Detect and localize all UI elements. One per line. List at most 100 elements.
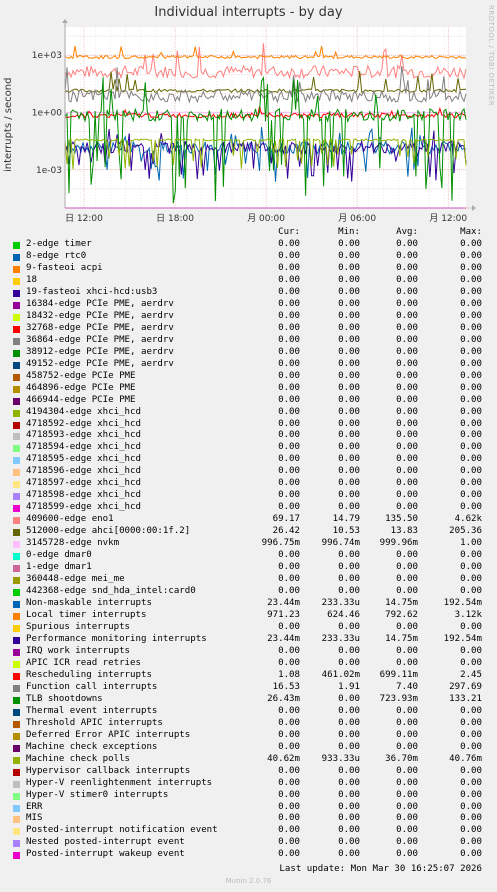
legend-max-value: 0.00: [460, 502, 482, 513]
legend-row: 9-fasteoi acpi 0.00 0.00 0.00 0.00: [0, 263, 497, 275]
legend-row: Machine check exceptions 0.00 0.00 0.00 0.00: [0, 742, 497, 754]
legend-max-value: 1.00: [460, 538, 482, 549]
legend-swatch: [13, 613, 20, 620]
legend-max-value: 0.00: [460, 382, 482, 393]
legend-row: 19-fasteoi xhci-hcd:usb3 0.00 0.00 0.00 0.00: [0, 287, 497, 299]
legend-row: 4718598-edge xhci_hcd 0.00 0.00 0.00 0.00: [0, 490, 497, 502]
legend-avg-value: 0.00: [396, 430, 418, 441]
legend-row: 38912-edge PCIe PME, aerdrv 0.00 0.00 0.00 0…: [0, 347, 497, 359]
legend-max-value: 0.00: [460, 286, 482, 297]
legend-avg-value: 0.00: [396, 298, 418, 309]
legend-swatch: [13, 265, 20, 273]
legend-max-value: 0.00: [460, 442, 482, 453]
legend-series-name: Spurious interrupts: [26, 621, 131, 632]
legend-series-name: Deferred Error APIC interrupts: [26, 729, 191, 740]
y-axis-arrow-icon: [62, 19, 68, 23]
legend-series-name: Hyper-V stimer0 interrupts: [26, 789, 169, 800]
legend-row: 4718593-edge xhci_hcd 0.00 0.00 0.00 0.00: [0, 430, 497, 442]
header-max: Max:: [460, 227, 482, 237]
legend-series-name: 19-fasteoi xhci-hcd:usb3: [26, 286, 158, 297]
legend-swatch: [13, 457, 20, 465]
legend-avg-value: 0.00: [396, 370, 418, 381]
legend-swatch: [13, 768, 20, 776]
legend-series-name: 360448-edge mei_me: [26, 574, 125, 585]
legend-row: 4718599-edge xhci_hcd 0.00 0.00 0.00 0.00: [0, 502, 497, 514]
legend-series-name: IRQ work interrupts: [26, 645, 131, 656]
legend-series-name: Non-maskable interrupts: [26, 598, 152, 609]
legend-max-value: 192.54m: [443, 633, 482, 644]
legend-swatch: [13, 541, 20, 549]
legend-max-value: 0.00: [460, 250, 482, 261]
legend-avg-value: 0.00: [396, 574, 418, 585]
legend-avg-value: 0.00: [396, 621, 418, 632]
legend-series-name: 4718598-edge xhci_hcd: [26, 490, 141, 501]
legend-row: 32768-edge PCIe PME, aerdrv 0.00 0.00 0.00 0…: [0, 323, 497, 335]
legend-series-name: Machine check polls: [26, 753, 131, 764]
legend-avg-value: 0.00: [396, 729, 418, 740]
legend-swatch: [13, 840, 20, 848]
legend-max-value: 0.00: [460, 334, 482, 345]
legend-series-name: APIC ICR read retries: [26, 657, 141, 668]
legend-avg-value: 0.00: [396, 274, 418, 285]
legend-series-name: 4194304-edge xhci_hcd: [26, 406, 141, 417]
legend-series-name: Threshold APIC interrupts: [26, 717, 163, 728]
legend-series-name: Hypervisor callback interrupts: [26, 765, 191, 776]
legend-row: Posted-interrupt notification event 0.00 0…: [0, 825, 497, 837]
legend-avg-value: 0.00: [396, 813, 418, 824]
legend-swatch: [13, 660, 20, 668]
legend-max-value: 4.62k: [454, 514, 482, 525]
legend-swatch: [13, 445, 20, 453]
legend-series-name: 4718593-edge xhci_hcd: [26, 430, 141, 441]
legend-swatch: [13, 684, 20, 692]
legend-avg-value: 0.00: [396, 502, 418, 513]
x-tick-label: 月 12:00: [429, 213, 467, 224]
legend-series-name: 18: [26, 274, 37, 285]
x-axis-arrow-icon: [472, 205, 476, 211]
legend-series-name: 8-edge rtc0: [26, 250, 87, 261]
legend-avg-value: 0.00: [396, 238, 418, 249]
legend-swatch: [13, 672, 20, 680]
legend-max-value: 0.00: [460, 370, 482, 381]
legend-series-name: MIS: [26, 813, 43, 824]
legend-max-value: 0.00: [460, 789, 482, 800]
legend-row: 4718592-edge xhci_hcd 0.00 0.00 0.00 0.00: [0, 419, 497, 431]
legend-swatch: [13, 349, 20, 357]
legend-row: 49152-edge PCIe PME, aerdrv 0.00 0.00 0.00 0…: [0, 359, 497, 371]
legend-row: 4718597-edge xhci_hcd 0.00 0.00 0.00 0.00: [0, 478, 497, 490]
legend-avg-value: 0.00: [396, 801, 418, 812]
legend-swatch: [13, 553, 20, 561]
legend-row: Deferred Error APIC interrupts 0.00 0.00 0.…: [0, 730, 497, 742]
legend-avg-value: 14.75m: [385, 598, 418, 609]
legend-swatch: [13, 756, 20, 764]
legend-swatch: [13, 301, 20, 309]
legend-max-value: 0.00: [460, 430, 482, 441]
legend-swatch: [13, 804, 20, 812]
header-avg: Avg:: [396, 227, 418, 237]
legend-series-name: 18432-edge PCIe PME, aerdrv: [26, 310, 174, 321]
legend-max-value: 2.45: [460, 669, 482, 680]
legend-series-name: 9-fasteoi acpi: [26, 262, 103, 273]
legend-row: 4718594-edge xhci_hcd 0.00 0.00 0.00 0.00: [0, 442, 497, 454]
legend-series-name: 32768-edge PCIe PME, aerdrv: [26, 322, 174, 333]
legend-swatch: [13, 744, 20, 752]
legend-row: 18432-edge PCIe PME, aerdrv 0.00 0.00 0.00 0…: [0, 311, 497, 323]
legend-series-name: Posted-interrupt wakeup event: [26, 849, 185, 860]
legend-avg-value: 14.75m: [385, 633, 418, 644]
legend-max-value: 192.54m: [443, 598, 482, 609]
legend-swatch: [13, 325, 20, 333]
legend-row: Thermal event interrupts 0.00 0.00 0.00 0.00: [0, 706, 497, 718]
legend-swatch: [13, 517, 20, 525]
legend-row: Rescheduling interrupts 1.08 461.02m 699.11…: [0, 670, 497, 682]
legend-swatch: [13, 289, 20, 297]
legend-max-value: 0.00: [460, 825, 482, 836]
legend-row: 18 0.00 0.00 0.00 0.00: [0, 275, 497, 287]
legend-row: Nested posted-interrupt event 0.00 0.00 0.0…: [0, 837, 497, 849]
legend-max-value: 0.00: [460, 741, 482, 752]
legend-avg-value: 0.00: [396, 382, 418, 393]
legend-max-value: 0.00: [460, 418, 482, 429]
legend-series-name: Machine check exceptions: [26, 741, 158, 752]
legend-avg-value: 0.00: [396, 705, 418, 716]
legend-row: 512000-edge ahci[0000:00:1f.2] 26.42 10.53…: [0, 526, 497, 538]
legend-series-name: Function call interrupts: [26, 681, 158, 692]
legend-row: 2-edge timer 0.00 0.00 0.00 0.00: [0, 239, 497, 251]
